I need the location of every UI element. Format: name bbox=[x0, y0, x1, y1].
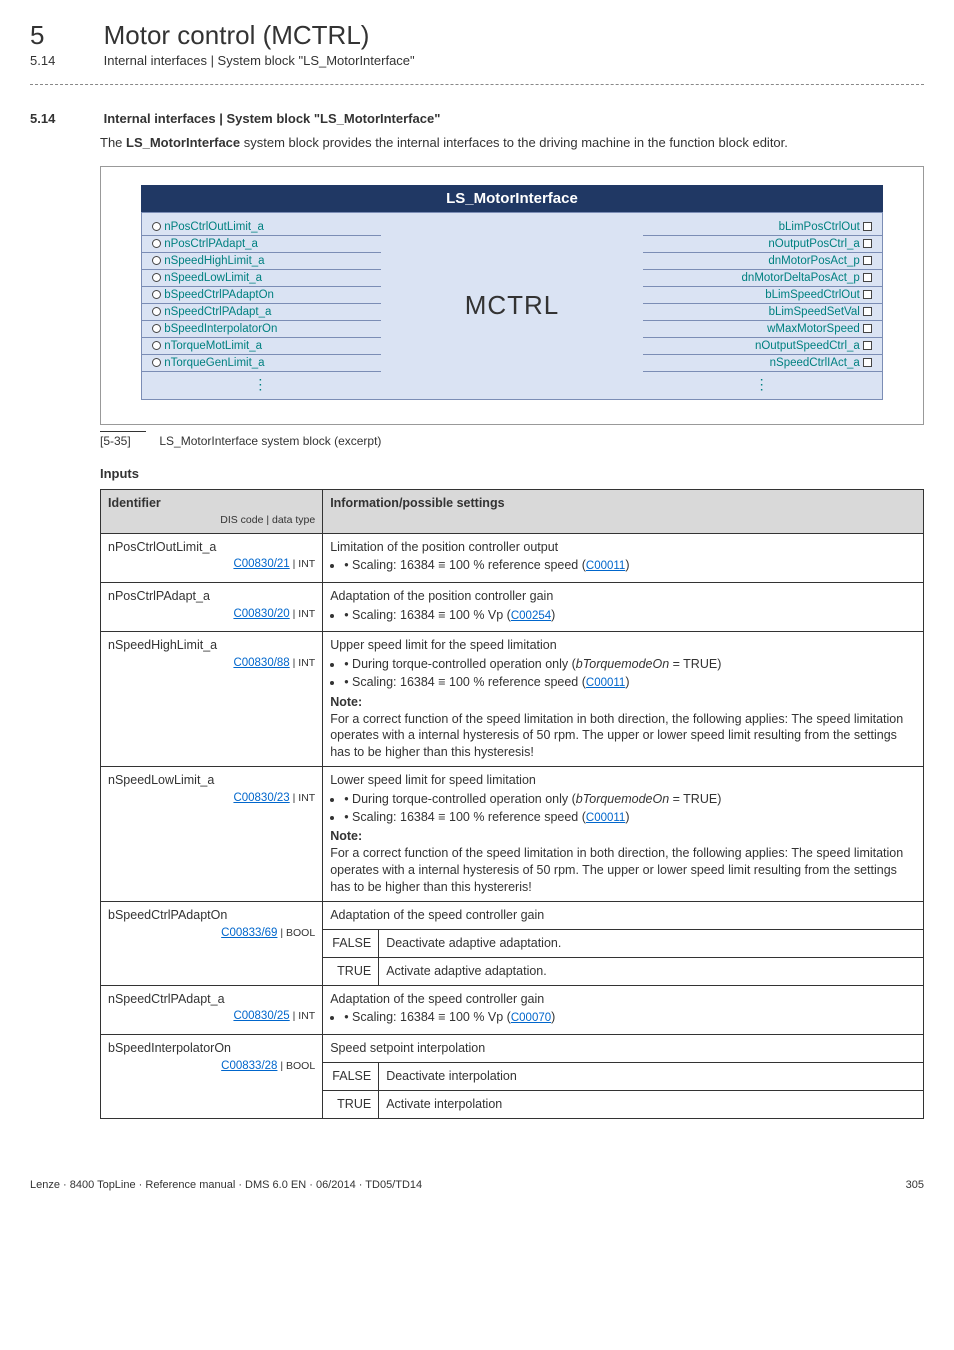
table-row: nPosCtrlPAdapt_aC00830/20 | INTAdaptatio… bbox=[101, 582, 924, 631]
diagram-center-label: MCTRL bbox=[381, 213, 644, 399]
section-title: Internal interfaces | System block "LS_M… bbox=[104, 111, 441, 126]
diagram-output-signal: bLimSpeedCtrlOut bbox=[643, 287, 882, 304]
col-info: Information/possible settings bbox=[323, 489, 924, 533]
subchapter-title: Internal interfaces | System block "LS_M… bbox=[104, 53, 415, 68]
diagram-input-signal: nPosCtrlPAdapt_a bbox=[142, 236, 381, 253]
table-row: nSpeedCtrlPAdapt_aC00830/25 | INTAdaptat… bbox=[101, 985, 924, 1034]
code-link[interactable]: C00830/25 bbox=[233, 1010, 289, 1022]
figure-caption: [5-35] LS_MotorInterface system block (e… bbox=[100, 431, 924, 448]
code-link[interactable]: C00254 bbox=[511, 610, 551, 622]
subchapter-number: 5.14 bbox=[30, 53, 100, 68]
subchapter-line: 5.14 Internal interfaces | System block … bbox=[30, 53, 924, 68]
chapter-number: 5 bbox=[30, 20, 100, 51]
code-link[interactable]: C00833/69 bbox=[221, 927, 277, 939]
footer-page: 305 bbox=[906, 1179, 924, 1191]
chapter-heading: 5 Motor control (MCTRL) bbox=[30, 20, 924, 51]
diagram-input-signal: nSpeedHighLimit_a bbox=[142, 253, 381, 270]
diagram-output-signal: nOutputSpeedCtrl_a bbox=[643, 338, 882, 355]
page-footer: Lenze · 8400 TopLine · Reference manual … bbox=[30, 1179, 924, 1191]
diagram-outputs-column: bLimPosCtrlOut nOutputPosCtrl_a dnMotorP… bbox=[643, 213, 882, 399]
code-link[interactable]: C00830/21 bbox=[233, 558, 289, 570]
code-link[interactable]: C00011 bbox=[586, 812, 625, 824]
code-link[interactable]: C00011 bbox=[586, 677, 625, 689]
diagram-output-signal: dnMotorPosAct_p bbox=[643, 253, 882, 270]
code-link[interactable]: C00830/23 bbox=[233, 792, 289, 804]
code-link[interactable]: C00070 bbox=[511, 1012, 551, 1024]
diagram-output-signal: wMaxMotorSpeed bbox=[643, 321, 882, 338]
intro-paragraph: The LS_MotorInterface system block provi… bbox=[100, 134, 924, 152]
table-row: nSpeedHighLimit_aC00830/88 | INTUpper sp… bbox=[101, 632, 924, 767]
diagram-output-signal: nOutputPosCtrl_a bbox=[643, 236, 882, 253]
divider bbox=[30, 84, 924, 85]
section-heading: 5.14 Internal interfaces | System block … bbox=[30, 111, 924, 126]
diagram-input-signal: nSpeedCtrlPAdapt_a bbox=[142, 304, 381, 321]
figure-number: [5-35] bbox=[100, 431, 146, 448]
footer-left: Lenze · 8400 TopLine · Reference manual … bbox=[30, 1179, 422, 1191]
inputs-heading: Inputs bbox=[100, 466, 924, 481]
diagram-output-signal: bLimPosCtrlOut bbox=[643, 219, 882, 236]
table-row: nSpeedLowLimit_aC00830/23 | INTLower spe… bbox=[101, 767, 924, 902]
diagram-input-signal: nTorqueGenLimit_a bbox=[142, 355, 381, 372]
diagram-input-signal: bSpeedCtrlPAdaptOn bbox=[142, 287, 381, 304]
code-link[interactable]: C00830/88 bbox=[233, 657, 289, 669]
diagram-input-signal: nTorqueMotLimit_a bbox=[142, 338, 381, 355]
col-identifier: Identifier DIS code | data type bbox=[101, 489, 323, 533]
info-cell: Limitation of the position controller ou… bbox=[323, 533, 924, 582]
info-cell: Lower speed limit for speed limitation• … bbox=[323, 767, 924, 902]
table-row: bSpeedInterpolatorOnC00833/28 | BOOLSpee… bbox=[101, 1034, 924, 1062]
info-cell: Adaptation of the position controller ga… bbox=[323, 582, 924, 631]
section-number: 5.14 bbox=[30, 111, 100, 126]
diagram-input-signal: nSpeedLowLimit_a bbox=[142, 270, 381, 287]
diagram-output-signal: nSpeedCtrlIAct_a bbox=[643, 355, 882, 372]
figure-caption-text: LS_MotorInterface system block (excerpt) bbox=[159, 434, 381, 448]
inputs-table: Identifier DIS code | data type Informat… bbox=[100, 489, 924, 1119]
code-link[interactable]: C00011 bbox=[586, 560, 625, 572]
chapter-title: Motor control (MCTRL) bbox=[104, 20, 370, 50]
info-cell: Adaptation of the speed controller gain bbox=[323, 901, 924, 929]
block-diagram: LS_MotorInterface nPosCtrlOutLimit_a nPo… bbox=[100, 166, 924, 425]
table-row: bSpeedCtrlPAdaptOnC00833/69 | BOOLAdapta… bbox=[101, 901, 924, 929]
info-cell: Adaptation of the speed controller gain•… bbox=[323, 985, 924, 1034]
diagram-output-signal: bLimSpeedSetVal bbox=[643, 304, 882, 321]
diagram-output-signal: dnMotorDeltaPosAct_p bbox=[643, 270, 882, 287]
table-row: nPosCtrlOutLimit_aC00830/21 | INTLimitat… bbox=[101, 533, 924, 582]
diagram-title-bar: LS_MotorInterface bbox=[141, 185, 883, 212]
code-link[interactable]: C00833/28 bbox=[221, 1060, 277, 1072]
code-link[interactable]: C00830/20 bbox=[233, 608, 289, 620]
info-cell: Upper speed limit for the speed limitati… bbox=[323, 632, 924, 767]
diagram-input-signal: bSpeedInterpolatorOn bbox=[142, 321, 381, 338]
diagram-inputs-column: nPosCtrlOutLimit_a nPosCtrlPAdapt_a nSpe… bbox=[142, 213, 381, 399]
info-cell: Speed setpoint interpolation bbox=[323, 1034, 924, 1062]
diagram-input-signal: nPosCtrlOutLimit_a bbox=[142, 219, 381, 236]
